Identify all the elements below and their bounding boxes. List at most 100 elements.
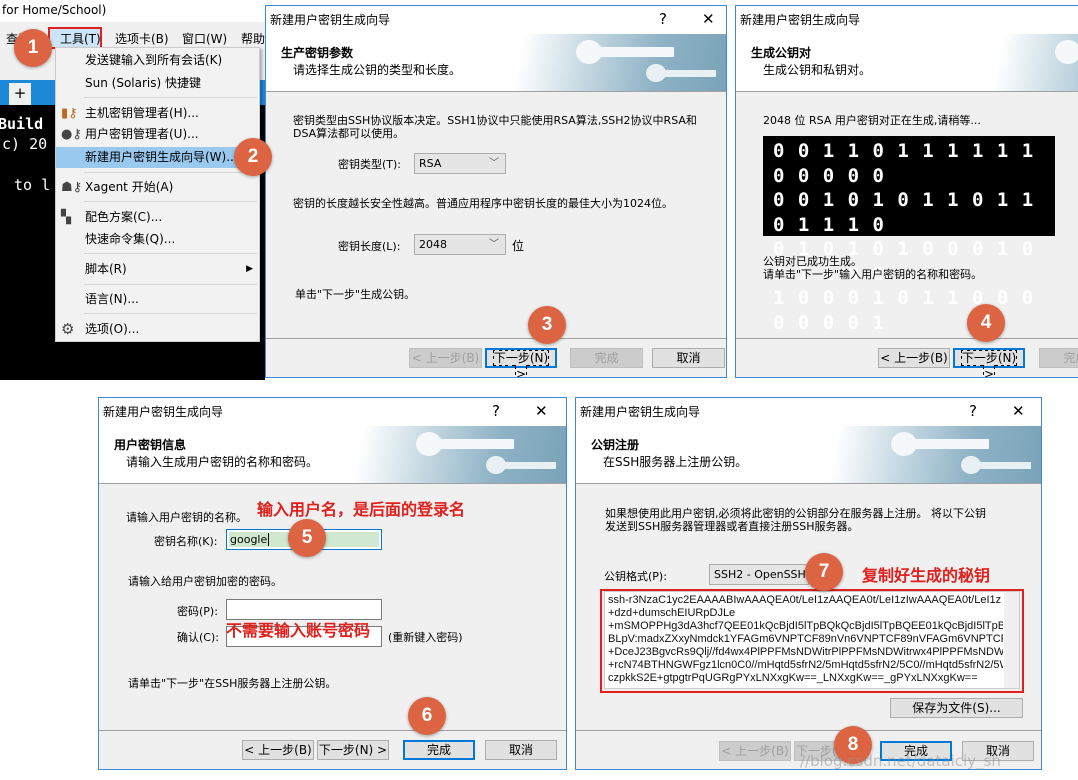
finish-button[interactable]: 完成	[570, 348, 643, 368]
menu-tools[interactable]: 工具(T)	[48, 27, 102, 49]
menu-item-label: Xagent 开始(A)	[85, 180, 174, 194]
unit-label: 位	[512, 239, 525, 253]
cancel-button[interactable]: 取消	[485, 740, 557, 760]
menu-item-script[interactable]: 脚本(R) ▶	[56, 259, 259, 280]
footer-separator	[576, 730, 1041, 731]
back-button[interactable]: < 上一步(B)	[878, 348, 950, 368]
menu-item-xagent[interactable]: ☗⚷ Xagent 开始(A)	[56, 177, 259, 198]
annotation-username: 输入用户名，是后面的登录名	[257, 500, 466, 519]
menu-item-sun-keys[interactable]: Sun (Solaris) 快捷键	[56, 73, 259, 94]
menu-separator	[84, 284, 257, 285]
back-button[interactable]: < 上一步(B)	[719, 741, 791, 761]
name-prompt: 请输入用户密钥的名称。	[126, 511, 247, 524]
menu-item-user-key-manager[interactable]: ●⚷ 用户密钥管理者(U)...	[56, 124, 259, 145]
terminal-line: Build	[0, 115, 44, 133]
confirm-label: 确认(C):	[177, 631, 219, 644]
key-banner-image	[486, 34, 726, 91]
select-value: RSA	[419, 157, 442, 170]
description: 发送到SSH服务器管理器或者直接注册SSH服务器。	[605, 520, 859, 533]
binary-progress-display: 0 0 1 1 0 1 1 1 1 1 1 0 0 0 0 0 0 0 1 0 …	[763, 136, 1055, 334]
close-button[interactable]: ✕	[702, 10, 715, 28]
length-description: 密钥的长度越长安全性越高。普通应用程序中密钥长度的最佳大小为1024位。	[293, 197, 673, 210]
key-format-select[interactable]: SSH2 - OpenSSH	[709, 564, 809, 585]
menu-help[interactable]: 帮助	[241, 30, 265, 47]
terminal-line: c) 20	[2, 135, 48, 153]
hint-text: 单击"下一步"生成公钥。	[295, 288, 416, 301]
chevron-down-icon: ﹀	[489, 158, 499, 169]
next-button[interactable]: 下一步(N) >	[317, 740, 389, 760]
key-lines: ssh-r3NzaC1yc2EAAAABIwAAAQEA0t/LeI1zAAQE…	[608, 594, 1003, 685]
menu-item-language[interactable]: 语言(N)...	[56, 289, 259, 310]
finish-button[interactable]: 完成	[1039, 348, 1078, 368]
key-type-select[interactable]: RSA ﹀	[414, 153, 506, 174]
done-text: 请单击"下一步"输入用户密钥的名称和密码。	[763, 268, 983, 281]
header-title: 公钥注册	[591, 438, 640, 452]
status-text: 2048 位 RSA 用户密钥对正在生成,请稍等...	[763, 114, 981, 127]
dialog-header: 生成公钥对 生成公钥和私钥对。	[736, 34, 1078, 92]
cancel-button[interactable]: 取消	[652, 348, 725, 368]
dialog-title: 新建用户密钥生成向导	[103, 405, 224, 419]
menu-tabs[interactable]: 选项卡(B)	[115, 30, 169, 47]
select-value: SSH2 - OpenSSH	[714, 568, 806, 581]
wizard-dialog-generate: 新建用户密钥生成向导 生成公钥对 生成公钥和私钥对。 2048 位 RSA 用户…	[735, 5, 1078, 378]
format-label: 公钥格式(P):	[604, 570, 667, 583]
xagent-icon: ☗⚷	[61, 180, 83, 195]
step-marker-1: 1	[14, 29, 52, 67]
scrollbar[interactable]	[1004, 592, 1019, 688]
next-button[interactable]: 下一步(N) >	[485, 348, 557, 377]
menu-item-send-keys[interactable]: 发送键输入到所有会话(K)	[56, 50, 259, 71]
key-line: BLpV:madxZXxyNmdck1YFAGm6VNPTCF89nVn6VNP…	[608, 633, 1003, 645]
terminal-line: to l	[14, 176, 51, 194]
menu-item-label: 脚本(R)	[85, 262, 127, 276]
menu-item-color-scheme[interactable]: ▚ 配色方案(C)...	[56, 207, 259, 228]
public-key-textarea[interactable]: ssh-r3NzaC1yc2EAAAABIwAAAQEA0t/LeI1zAAQE…	[604, 591, 1020, 689]
dialog-titlebar: 新建用户密钥生成向导 ? ✕	[99, 398, 566, 426]
binary-line: 0 0 1 1 0 1 1 1 1 1 1 0 0 0 0 0	[773, 140, 1035, 187]
finish-button[interactable]: 完成	[403, 740, 475, 760]
menu-window[interactable]: 窗口(W)	[182, 30, 227, 47]
button-label: 下一步(N) >	[960, 350, 1018, 377]
step-marker-6: 6	[408, 697, 446, 735]
menu-separator	[84, 313, 257, 314]
password-prompt: 请输入给用户密钥加密的密码。	[128, 575, 282, 588]
save-to-file-button[interactable]: 保存为文件(S)...	[890, 698, 1023, 718]
host-key-icon: ▮⚷	[61, 106, 78, 121]
dialog-header: 用户密钥信息 请输入生成用户密钥的名称和密码。	[99, 426, 566, 484]
dialog-title: 新建用户密钥生成向导	[580, 405, 701, 419]
annotation-copy-key: 复制好生成的秘钥	[862, 566, 991, 585]
header-subtitle: 生成公钥和私钥对。	[763, 63, 872, 77]
menu-item-quick-commands[interactable]: 快速命令集(Q)...	[56, 229, 259, 250]
help-button[interactable]: ?	[492, 402, 500, 420]
close-button[interactable]: ✕	[1012, 402, 1025, 420]
help-button[interactable]: ?	[969, 402, 977, 420]
dialog-header: 公钥注册 在SSH服务器上注册公钥。	[576, 426, 1041, 484]
binary-line: 1 0 0 0 1 0 1 1 0 0 0 0 0 0 0 1	[773, 287, 1035, 334]
key-length-select[interactable]: 2048 ﹀	[414, 234, 506, 255]
step-marker-2: 2	[234, 138, 272, 176]
window-title: for Home/School)	[0, 0, 265, 22]
add-tab-button[interactable]: +	[9, 83, 31, 105]
header-subtitle: 请输入生成用户密钥的名称和密码。	[126, 455, 319, 469]
footer-separator	[266, 338, 726, 339]
key-type-label: 密钥类型(T):	[338, 158, 402, 171]
key-line: czpkkS2E+gtpgtrPqUGRgPYxLNXxgKw==_LNXxgK…	[608, 672, 978, 684]
menu-separator	[84, 172, 257, 173]
key-name-label: 密钥名称(K):	[154, 535, 218, 548]
dialog-title: 新建用户密钥生成向导	[740, 13, 861, 27]
back-button[interactable]: < 上一步(B)	[409, 348, 482, 368]
back-button[interactable]: < 上一步(B)	[242, 740, 314, 760]
menu-separator	[84, 253, 257, 254]
menu-item-label: 快速命令集(Q)...	[85, 232, 176, 246]
header-subtitle: 请选择生成公钥的类型和长度。	[293, 63, 462, 77]
help-button[interactable]: ?	[659, 10, 667, 28]
menu-item-options[interactable]: ⚙ 选项(O)...	[56, 319, 259, 340]
select-value: 2048	[419, 238, 447, 251]
step-marker-7: 7	[805, 553, 843, 591]
menu-item-new-key-wizard[interactable]: 新建用户密钥生成向导(W)...	[56, 147, 259, 168]
next-button[interactable]: 下一步(N) >	[953, 348, 1025, 377]
close-button[interactable]: ✕	[535, 402, 548, 420]
menu-item-host-key-manager[interactable]: ▮⚷ 主机密钥管理者(H)...	[56, 103, 259, 124]
menu-item-label: Sun (Solaris) 快捷键	[85, 76, 201, 90]
confirm-hint: (重新键入密码)	[388, 631, 463, 644]
password-label: 密码(P):	[177, 605, 218, 618]
